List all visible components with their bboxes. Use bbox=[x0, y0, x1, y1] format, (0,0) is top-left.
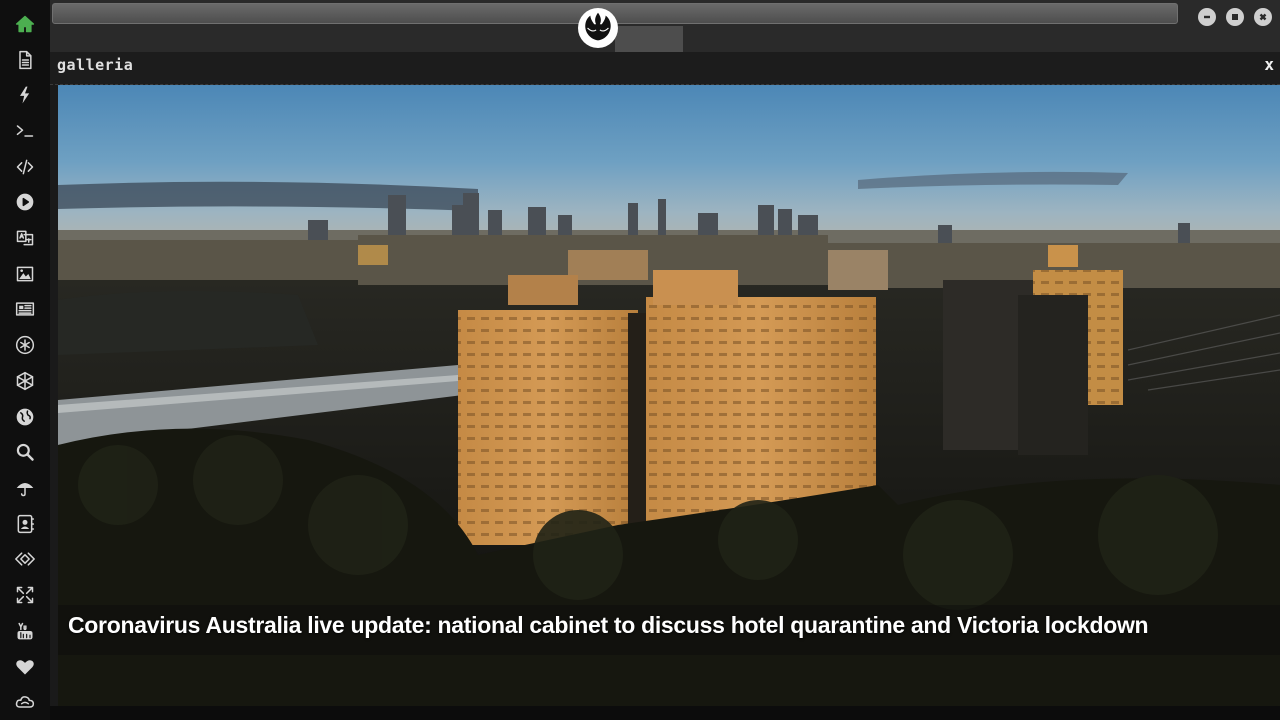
document-icon bbox=[19, 50, 32, 69]
youtube-icon bbox=[17, 622, 33, 640]
emblem-tab[interactable] bbox=[615, 26, 683, 52]
dock-snowflake[interactable] bbox=[0, 327, 50, 363]
dock-heart[interactable] bbox=[0, 649, 50, 685]
minimize-icon bbox=[1204, 15, 1210, 19]
dock-translate[interactable] bbox=[0, 220, 50, 256]
dock-terminal[interactable] bbox=[0, 113, 50, 149]
close-window-button[interactable] bbox=[1254, 8, 1272, 26]
cloud-icon bbox=[15, 696, 35, 708]
expand-icon bbox=[16, 586, 34, 604]
dev-diamond-icon bbox=[15, 552, 35, 566]
image-icon bbox=[16, 266, 34, 282]
panel-header: galleria x bbox=[50, 52, 1280, 85]
top-bar bbox=[50, 0, 1280, 52]
newspaper-icon bbox=[15, 302, 35, 317]
gallery-edge bbox=[50, 85, 58, 706]
window-controls bbox=[1198, 8, 1272, 26]
terminal-icon bbox=[16, 125, 34, 137]
panel-title: galleria bbox=[57, 56, 134, 74]
rebel-alliance-icon bbox=[579, 9, 617, 47]
globe-icon bbox=[16, 408, 34, 425]
maximize-button[interactable] bbox=[1226, 8, 1244, 26]
dock-network[interactable] bbox=[0, 363, 50, 399]
play-icon bbox=[16, 194, 34, 211]
contacts-icon bbox=[17, 514, 35, 533]
dock-umbrella[interactable] bbox=[0, 470, 50, 506]
dock-newspaper[interactable] bbox=[0, 292, 50, 328]
close-icon bbox=[1259, 13, 1267, 21]
code-icon bbox=[16, 159, 34, 175]
network-icon bbox=[16, 371, 34, 390]
search-icon bbox=[16, 444, 34, 462]
dock-home[interactable] bbox=[0, 6, 50, 42]
dock-globe[interactable] bbox=[0, 399, 50, 435]
heart-icon bbox=[16, 659, 34, 674]
translate-icon bbox=[16, 230, 34, 246]
dock-code[interactable] bbox=[0, 149, 50, 185]
panel-close-button[interactable]: x bbox=[1264, 55, 1274, 74]
home-icon bbox=[15, 15, 35, 33]
snowflake-icon bbox=[15, 336, 35, 355]
umbrella-icon bbox=[16, 482, 34, 497]
dock-contacts[interactable] bbox=[0, 506, 50, 542]
dock-expand[interactable] bbox=[0, 577, 50, 613]
lightning-icon bbox=[20, 86, 30, 104]
dock-cloud[interactable] bbox=[0, 684, 50, 720]
dock-document[interactable] bbox=[0, 42, 50, 78]
dock-play[interactable] bbox=[0, 185, 50, 221]
bottom-strip bbox=[50, 706, 1280, 720]
dock-image[interactable] bbox=[0, 256, 50, 292]
gallery-viewer[interactable]: Coronavirus Australia live update: natio… bbox=[58, 85, 1280, 706]
dock-youtube[interactable] bbox=[0, 613, 50, 649]
maximize-icon bbox=[1232, 14, 1238, 20]
dock-search[interactable] bbox=[0, 434, 50, 470]
gallery-caption: Coronavirus Australia live update: natio… bbox=[68, 612, 1149, 638]
minimize-button[interactable] bbox=[1198, 8, 1216, 26]
app-dock bbox=[0, 0, 50, 720]
emblem-button[interactable] bbox=[578, 8, 618, 48]
dock-dev[interactable] bbox=[0, 542, 50, 578]
dock-lightning[interactable] bbox=[0, 77, 50, 113]
